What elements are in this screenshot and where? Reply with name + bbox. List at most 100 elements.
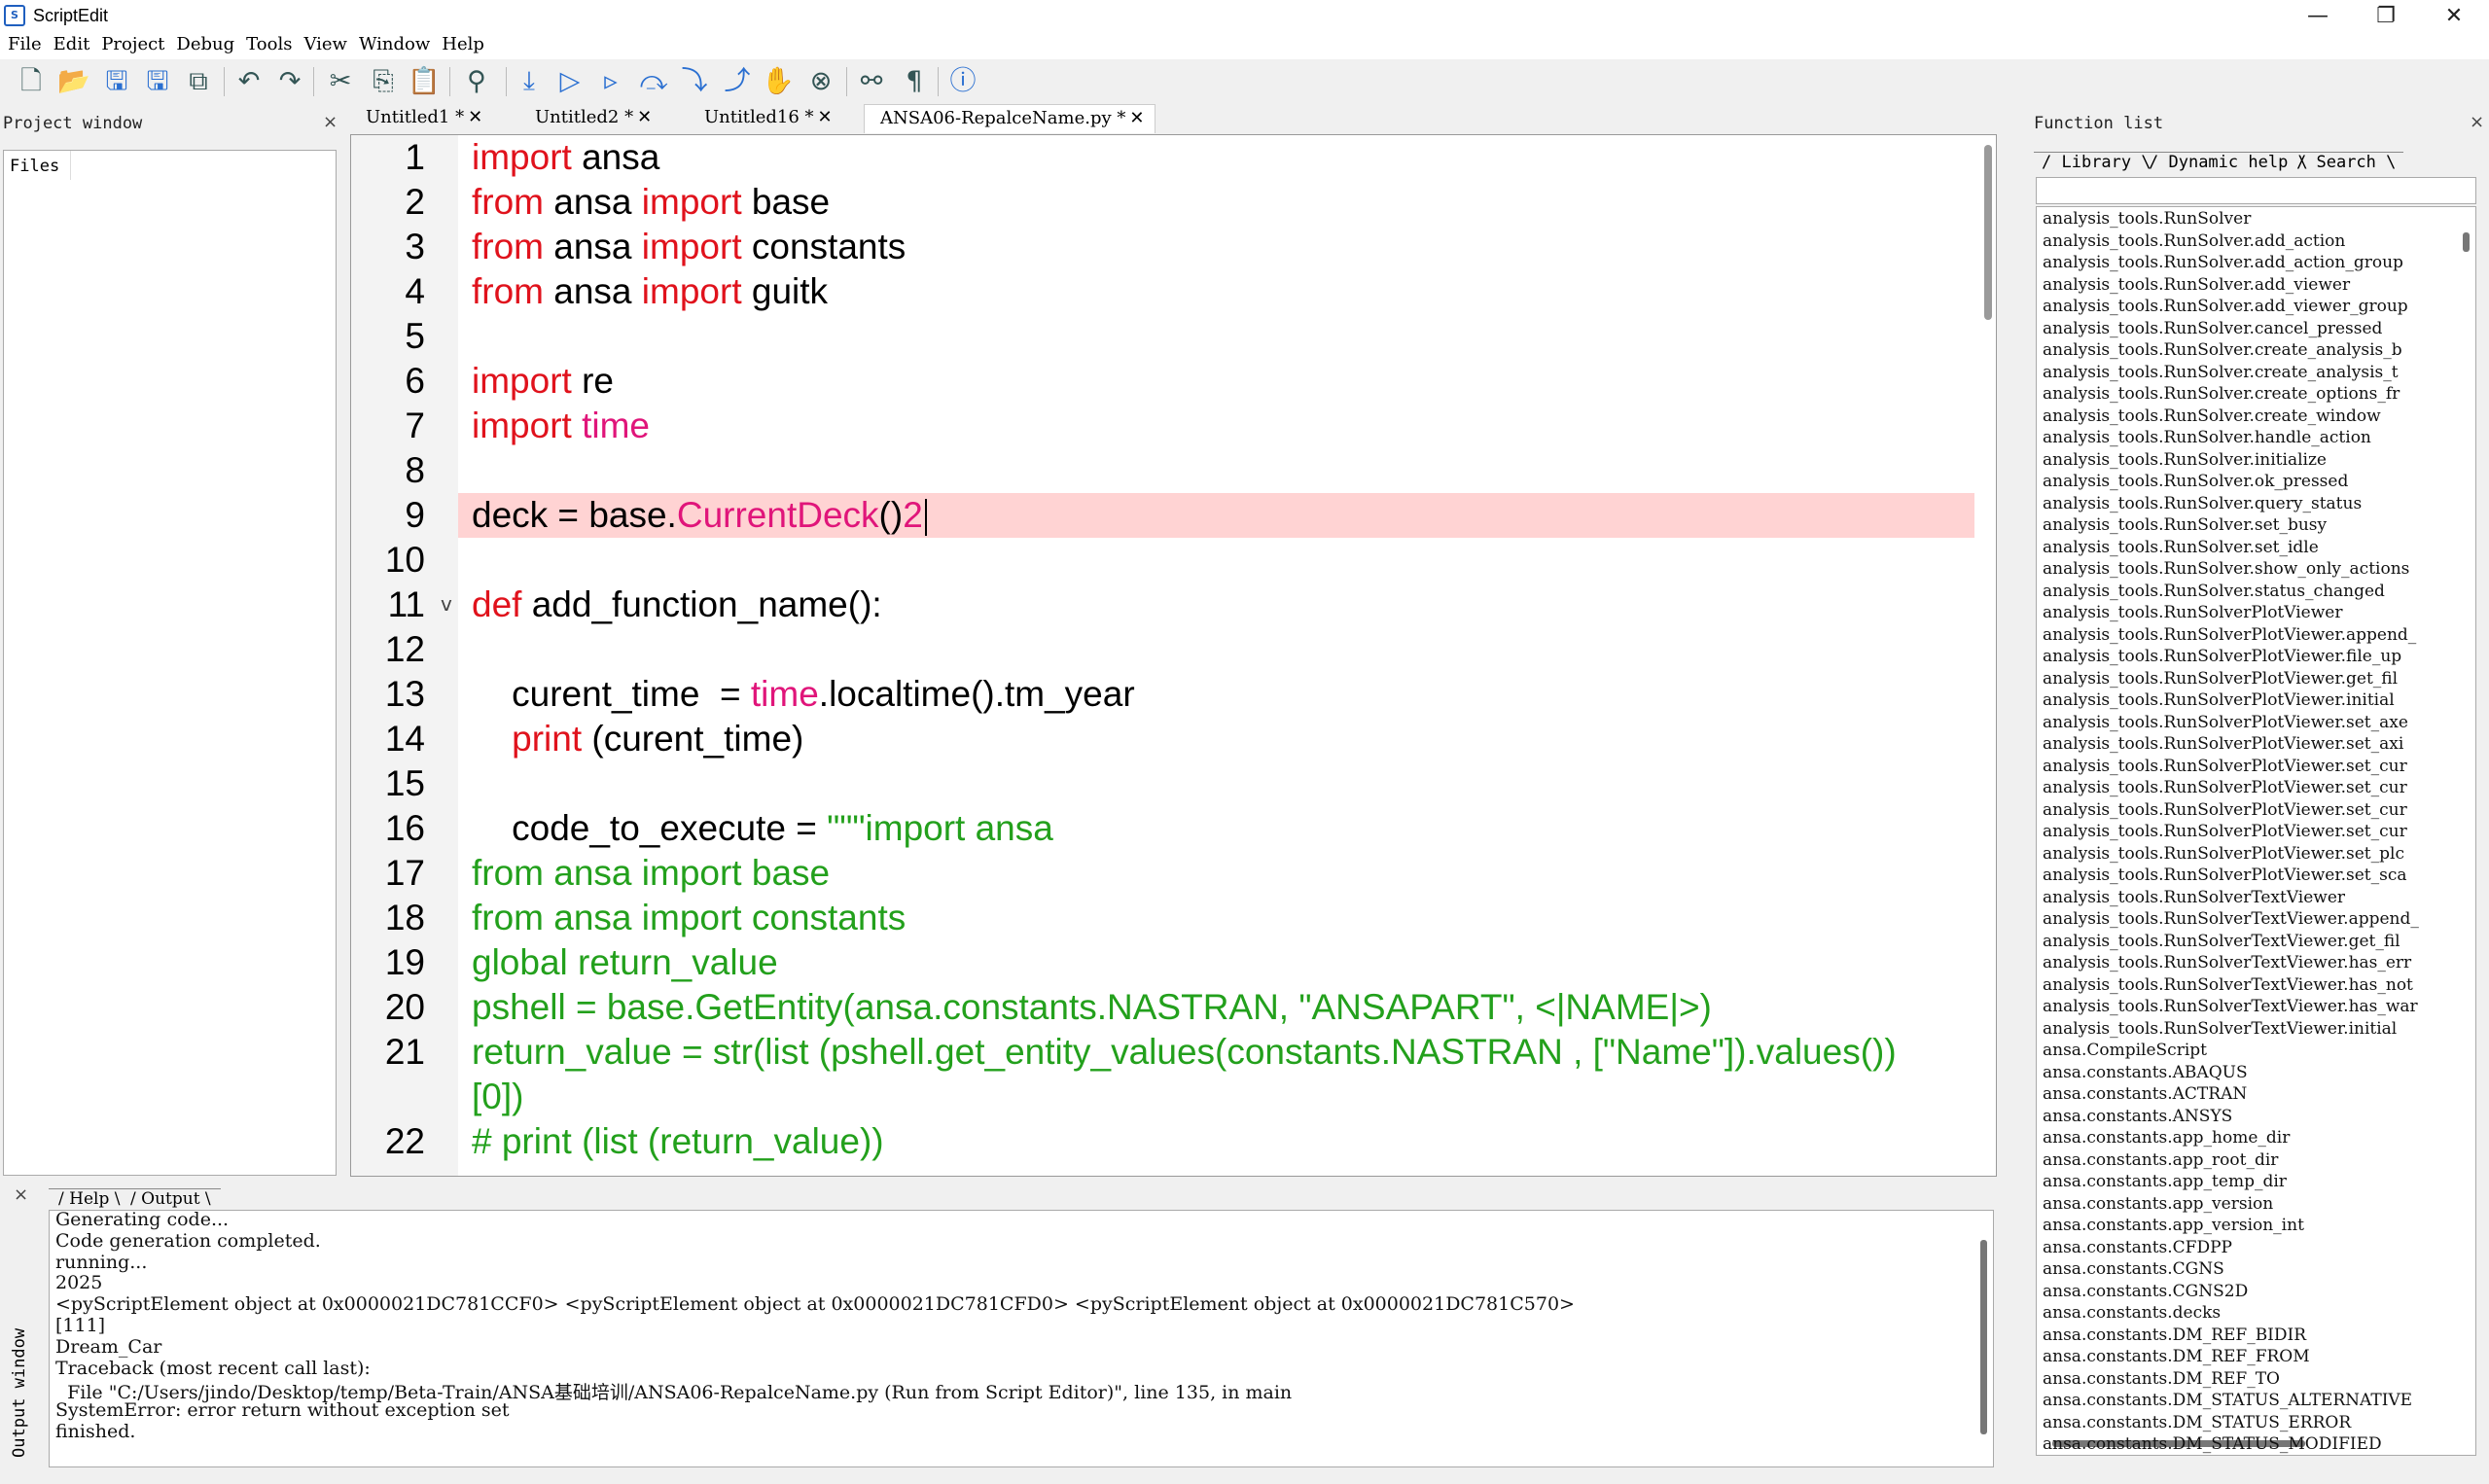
close-tab-icon[interactable]: ✕ [818,107,833,127]
code-line[interactable]: return_value = str(list (pshell.get_enti… [458,1030,1974,1075]
function-list-item[interactable]: ansa.CompileScript [2043,1041,2207,1060]
cut-icon[interactable]: ✂ [323,64,358,99]
project-tree[interactable]: Files [3,150,337,1176]
function-list-item[interactable]: analysis_tools.RunSolver.add_viewer [2043,275,2350,295]
function-list-item[interactable]: analysis_tools.RunSolverPlotViewer.file_… [2043,647,2401,666]
close-tab-icon[interactable]: ✕ [468,107,482,127]
save-icon[interactable]: 🖫 [99,64,134,99]
find-icon[interactable]: ⚲ [459,64,494,99]
save-all-icon[interactable]: 🖫 [140,64,175,99]
function-list-item[interactable]: ansa.constants.ABAQUS [2043,1063,2248,1082]
tab-help[interactable]: / Help \ [49,1188,130,1209]
function-list-item[interactable]: ansa.constants.DM_REF_FROM [2043,1347,2310,1366]
step-into-icon[interactable]: ⤵ [677,64,712,99]
code-line[interactable]: from ansa import base [458,851,1974,896]
step-out-icon[interactable]: ⤴ [720,64,755,99]
function-list-item[interactable]: analysis_tools.RunSolverPlotViewer.set_c… [2043,778,2407,797]
undo-icon[interactable]: ↶ [231,64,267,99]
function-list-item[interactable]: analysis_tools.RunSolver.create_analysis… [2043,363,2399,382]
code-line[interactable]: from ansa import guitk [458,269,1974,314]
function-list-item[interactable]: analysis_tools.RunSolver.create_analysis… [2043,340,2402,360]
new-file-icon[interactable]: 🗋 [14,64,49,99]
import-icon[interactable]: ⤓ [512,64,547,99]
function-search-input[interactable] [2036,177,2476,204]
menu-debug[interactable]: Debug [170,32,240,54]
project-window-close-button[interactable]: × [323,112,338,132]
function-list-item[interactable]: ansa.constants.app_temp_dir [2043,1172,2287,1191]
function-list-item[interactable]: analysis_tools.RunSolverTextViewer.get_f… [2043,932,2400,951]
menu-project[interactable]: Project [95,32,170,54]
menu-window[interactable]: Window [353,32,436,54]
breakpoint-hand-icon[interactable]: ✋ [761,64,796,99]
function-list-item[interactable]: analysis_tools.RunSolver.add_action_grou… [2043,253,2403,272]
function-list-item[interactable]: analysis_tools.RunSolverTextViewer.appen… [2043,909,2419,929]
close-tab-icon[interactable]: ✕ [1129,108,1144,128]
output-console[interactable]: Generating code... Code generation comple… [49,1210,1994,1467]
code-line[interactable]: from ansa import constants [458,896,1974,940]
menu-edit[interactable]: Edit [48,32,96,54]
code-line[interactable]: curent_time = time.localtime().tm_year [458,672,1974,717]
function-list-item[interactable]: analysis_tools.RunSolver.status_changed [2043,582,2385,601]
open-folder-icon[interactable]: 📂 [56,64,91,99]
code-line[interactable]: code_to_execute = """import ansa [458,806,1974,851]
function-list-item[interactable]: ansa.constants.DM_STATUS_MODIFIED [2043,1434,2382,1454]
function-list-item[interactable]: ansa.constants.app_version [2043,1194,2273,1214]
code-line[interactable] [458,448,1974,493]
fold-toggle-icon[interactable]: v [441,592,452,616]
step-over-icon[interactable]: ⤼ [636,64,671,99]
function-list-item[interactable]: analysis_tools.RunSolver.ok_pressed [2043,472,2348,491]
function-list-item[interactable]: analysis_tools.RunSolver [2043,209,2251,229]
function-list-item[interactable]: analysis_tools.RunSolverPlotViewer.set_a… [2043,713,2408,732]
code-line[interactable]: from ansa import base [458,180,1974,225]
function-list-item[interactable]: analysis_tools.RunSolverPlotViewer.set_c… [2043,757,2407,776]
menu-file[interactable]: File [0,32,48,54]
function-list-close-button[interactable]: × [2470,112,2484,132]
code-line[interactable]: def add_function_name(): [458,583,1974,627]
function-list-item[interactable]: analysis_tools.RunSolver.create_options_… [2043,384,2400,404]
function-list-item[interactable]: ansa.constants.ACTRAN [2043,1084,2247,1104]
code-line[interactable]: deck = base.CurrentDeck()2 [458,493,1974,538]
function-list-item[interactable]: ansa.constants.app_home_dir [2043,1128,2290,1148]
code-line[interactable]: # print (list (return_value)) [458,1119,1974,1164]
code-line[interactable] [458,761,1974,806]
function-list-item[interactable]: analysis_tools.RunSolver.create_window [2043,406,2381,426]
function-list-item[interactable]: ansa.constants.app_root_dir [2043,1150,2278,1170]
function-list-item[interactable]: analysis_tools.RunSolverPlotViewer.set_c… [2043,800,2407,820]
tab-untitled2[interactable]: Untitled2 * ✕ [519,104,685,133]
code-line[interactable]: pshell = base.GetEntity(ansa.constants.N… [458,985,1974,1030]
function-list-item[interactable]: ansa.constants.DM_REF_BIDIR [2043,1325,2306,1345]
save-as-icon[interactable]: ⧉ [181,64,216,99]
code-line[interactable] [458,627,1974,672]
function-list-item[interactable]: analysis_tools.RunSolverTextViewer.has_e… [2043,953,2411,972]
tab-search[interactable]: / Search \ [2289,152,2404,172]
code-line[interactable] [458,314,1974,359]
tab-untitled1[interactable]: Untitled1 * ✕ [350,104,516,133]
function-list-item[interactable]: analysis_tools.RunSolverTextViewer.has_n… [2043,975,2413,995]
function-list-item[interactable]: analysis_tools.RunSolver.set_busy [2043,515,2327,535]
function-list-item[interactable]: analysis_tools.RunSolverPlotViewer.get_f… [2043,669,2398,689]
function-list-item[interactable]: analysis_tools.RunSolverPlotViewer.set_c… [2043,822,2407,841]
code-line[interactable]: [0]) [458,1075,1974,1119]
code-line[interactable]: print (curent_time) [458,717,1974,761]
output-scrollbar[interactable] [1980,1240,1987,1434]
minimize-button[interactable]: — [2284,0,2352,32]
menu-tools[interactable]: Tools [240,32,298,54]
function-list-item[interactable]: analysis_tools.RunSolverPlotViewer [2043,603,2342,622]
run-to-icon[interactable]: ▹ [593,64,628,99]
function-list-item[interactable]: ansa.constants.ANSYS [2043,1107,2232,1126]
code-line[interactable] [458,538,1974,583]
code-editor[interactable]: 1 2 3 4 5 6 7 8 9 10 11 v 12 13 14 15 16 17 18 19 20 21 22 imp… [350,134,1997,1177]
close-tab-icon[interactable]: ✕ [637,107,652,127]
function-list-item[interactable]: analysis_tools.RunSolverPlotViewer.initi… [2043,690,2395,710]
code-line[interactable]: import ansa [458,135,1974,180]
watch-glasses-icon[interactable]: ⚯ [854,64,889,99]
function-list-item[interactable]: analysis_tools.RunSolverPlotViewer.set_a… [2043,734,2403,754]
function-list-item[interactable]: analysis_tools.RunSolverPlotViewer.set_s… [2043,866,2407,885]
code-area[interactable]: import ansa from ansa import base from ans… [458,135,1974,1176]
function-list-item[interactable]: ansa.constants.decks [2043,1303,2221,1323]
function-list-item[interactable]: analysis_tools.RunSolver.add_action [2043,231,2345,251]
function-list-item[interactable]: analysis_tools.RunSolverPlotViewer.set_p… [2043,844,2404,864]
function-list-item[interactable]: analysis_tools.RunSolver.set_idle [2043,538,2319,557]
pilcrow-icon[interactable]: ¶ [897,64,932,99]
function-list-item[interactable]: analysis_tools.RunSolver.initialize [2043,450,2327,470]
